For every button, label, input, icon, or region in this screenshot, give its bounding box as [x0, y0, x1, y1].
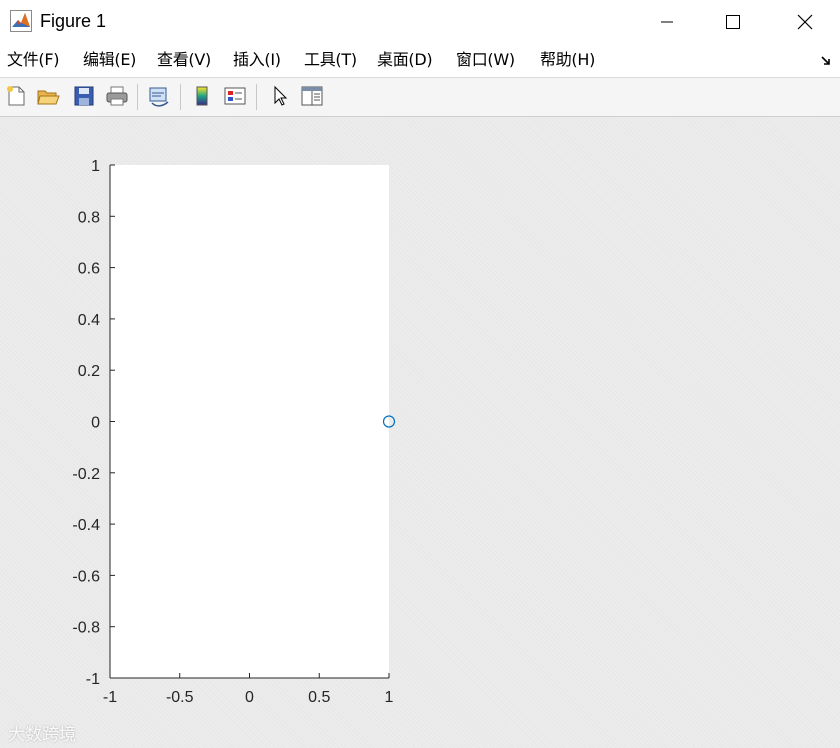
y-tick-label: -0.6 [72, 568, 100, 585]
menu-desktop[interactable]: 桌面(D) [377, 50, 433, 70]
save-icon[interactable] [71, 83, 97, 109]
menu-help[interactable]: 帮助(H) [540, 50, 595, 70]
y-tick-label: 0.4 [78, 312, 100, 329]
plot-axes-svg[interactable]: -1 -0.5 0 0.5 1 1 0.8 0.6 0.4 0.2 0 -0.2 -0.4 -0.6 -0.… [0, 117, 840, 748]
x-tick-label: 0 [245, 689, 254, 706]
minimize-button[interactable] [644, 0, 690, 44]
menu-tools[interactable]: 工具(T) [304, 50, 357, 70]
menu-view[interactable]: 查看(V) [157, 50, 211, 70]
new-figure-icon[interactable] [3, 83, 29, 109]
y-tick-label: -0.4 [72, 517, 100, 534]
title-bar: Figure 1 [0, 0, 840, 44]
x-tick-label: 0.5 [308, 689, 330, 706]
toolbar-separator [137, 84, 138, 110]
axes-background [110, 165, 389, 678]
maximize-button[interactable] [710, 0, 756, 44]
menu-bar: 文件(F) 编辑(E) 查看(V) 插入(I) 工具(T) 桌面(D) 窗口(W… [0, 44, 840, 77]
dock-arrow-icon[interactable] [820, 54, 832, 72]
figure-window: Figure 1 文件(F) 编辑(E) 查看(V) 插入(I) 工具(T) 桌… [0, 0, 840, 748]
watermark-text: 大数跨境 [8, 725, 76, 745]
x-tick-label: -1 [103, 689, 117, 706]
close-icon [797, 14, 813, 30]
y-tick-label: 0.8 [78, 209, 100, 226]
y-tick-label: -0.8 [72, 620, 100, 637]
window-title: Figure 1 [40, 11, 107, 31]
x-tick-label: 1 [385, 689, 394, 706]
link-figure-icon[interactable] [146, 83, 172, 109]
x-tick-label: -0.5 [166, 689, 194, 706]
edit-plot-cursor-icon[interactable] [266, 83, 292, 109]
property-inspector-icon[interactable] [299, 83, 325, 109]
y-tick-label: 0.2 [78, 363, 100, 380]
y-tick-label: -0.2 [72, 466, 100, 483]
toolbar-separator [180, 84, 181, 110]
insert-legend-icon[interactable] [222, 83, 248, 109]
menu-file[interactable]: 文件(F) [7, 50, 60, 70]
open-file-icon[interactable] [35, 83, 61, 109]
toolbar-separator [256, 84, 257, 110]
insert-colorbar-icon[interactable] [189, 83, 215, 109]
menu-edit[interactable]: 编辑(E) [83, 50, 136, 70]
menu-insert[interactable]: 插入(I) [233, 50, 281, 70]
y-tick-label: 0 [91, 415, 100, 432]
close-button[interactable] [782, 0, 828, 44]
figure-toolbar [0, 77, 840, 117]
maximize-icon [726, 15, 740, 29]
y-tick-label: 0.6 [78, 261, 100, 278]
minimize-icon [661, 21, 673, 23]
y-tick-label: 1 [91, 158, 100, 175]
menu-window[interactable]: 窗口(W) [456, 50, 515, 70]
print-icon[interactable] [104, 83, 130, 109]
matlab-logo-icon [10, 10, 32, 32]
y-tick-label: -1 [86, 671, 100, 688]
